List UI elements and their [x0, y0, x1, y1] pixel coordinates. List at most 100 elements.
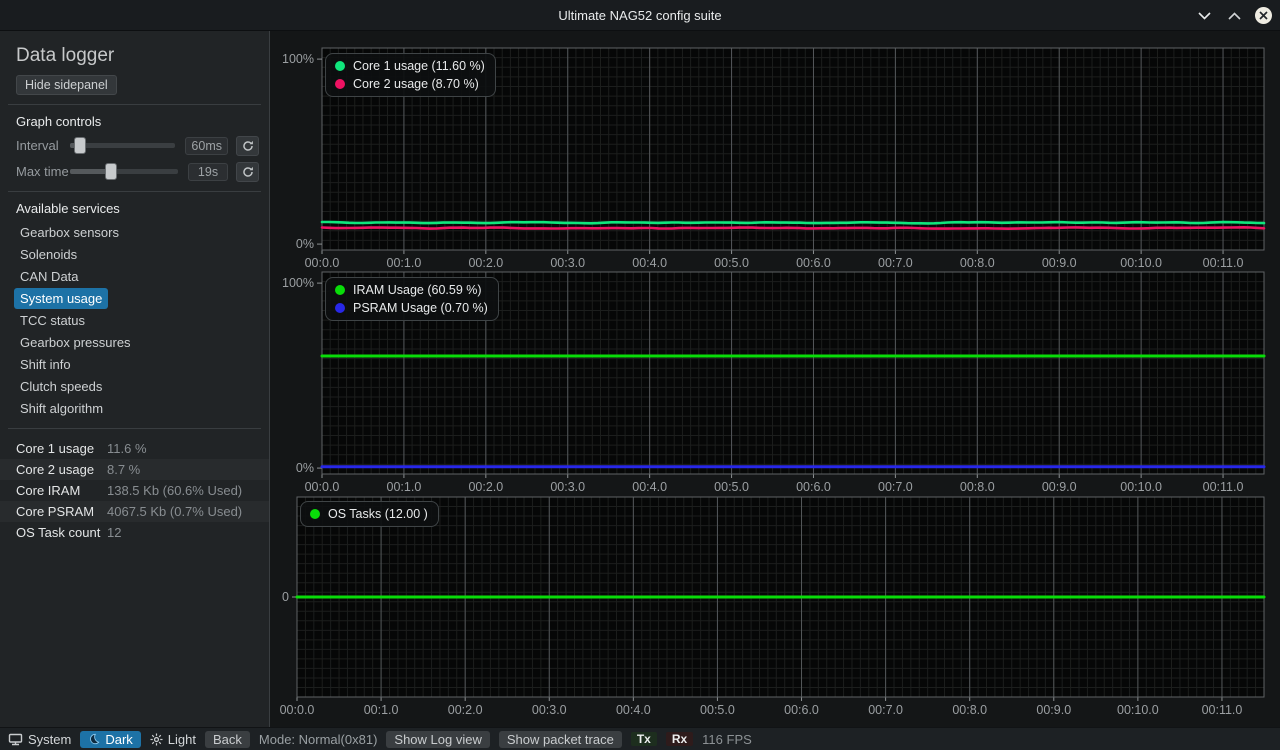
- svg-text:00:0.0: 00:0.0: [305, 256, 340, 270]
- theme-light-button[interactable]: Light: [150, 732, 196, 747]
- svg-text:00:8.0: 00:8.0: [960, 256, 995, 270]
- divider: [8, 191, 261, 192]
- service-item[interactable]: TCC status: [14, 310, 91, 331]
- service-item[interactable]: Gearbox sensors: [14, 222, 125, 243]
- theme-dark-label: Dark: [105, 732, 132, 747]
- divider: [8, 104, 261, 105]
- svg-text:00:9.0: 00:9.0: [1042, 480, 1077, 494]
- legend-item: Core 1 usage (11.60 %): [335, 59, 485, 73]
- svg-text:00:11.0: 00:11.0: [1203, 480, 1244, 494]
- svg-text:00:3.0: 00:3.0: [532, 703, 567, 717]
- page-title: Data logger: [16, 45, 269, 67]
- svg-text:00:2.0: 00:2.0: [468, 480, 503, 494]
- svg-text:00:5.0: 00:5.0: [700, 703, 735, 717]
- show-packet-trace-button[interactable]: Show packet trace: [499, 731, 622, 748]
- svg-text:00:10.0: 00:10.0: [1117, 703, 1159, 717]
- stat-row: Core IRAM138.5 Kb (60.6% Used): [0, 480, 269, 501]
- interval-slider-handle[interactable]: [74, 137, 86, 154]
- theme-dark-button[interactable]: Dark: [80, 731, 140, 748]
- svg-text:00:2.0: 00:2.0: [448, 703, 483, 717]
- svg-text:00:4.0: 00:4.0: [632, 480, 667, 494]
- memory-chart-legend: IRAM Usage (60.59 %) PSRAM Usage (0.70 %): [325, 277, 499, 321]
- service-item[interactable]: Solenoids: [14, 244, 83, 265]
- svg-text:00:3.0: 00:3.0: [550, 480, 585, 494]
- max-time-slider-handle[interactable]: [105, 163, 117, 180]
- svg-text:00:4.0: 00:4.0: [616, 703, 651, 717]
- svg-text:100%: 100%: [282, 276, 314, 290]
- interval-slider[interactable]: [70, 143, 175, 148]
- stat-label: OS Task count: [16, 525, 107, 540]
- cpu-chart-legend: Core 1 usage (11.60 %) Core 2 usage (8.70…: [325, 53, 496, 97]
- stat-value: 8.7 %: [107, 462, 140, 477]
- legend-dot-icon: [335, 285, 345, 295]
- interval-label: Interval: [16, 138, 70, 153]
- legend-label: IRAM Usage (60.59 %): [353, 283, 482, 297]
- svg-text:00:5.0: 00:5.0: [714, 480, 749, 494]
- legend-item: PSRAM Usage (0.70 %): [335, 301, 488, 315]
- service-item[interactable]: CAN Data: [14, 266, 85, 287]
- svg-text:00:9.0: 00:9.0: [1042, 256, 1077, 270]
- svg-text:00:1.0: 00:1.0: [364, 703, 399, 717]
- svg-text:00:7.0: 00:7.0: [878, 256, 913, 270]
- svg-text:00:6.0: 00:6.0: [796, 480, 831, 494]
- service-item[interactable]: Gearbox pressures: [14, 332, 137, 353]
- stat-label: Core PSRAM: [16, 504, 107, 519]
- sidebar: Data logger Hide sidepanel Graph control…: [0, 31, 270, 727]
- hide-sidepanel-button[interactable]: Hide sidepanel: [16, 75, 117, 95]
- max-time-refresh-button[interactable]: [236, 162, 259, 182]
- legend-dot-icon: [335, 61, 345, 71]
- fps-counter: 116 FPS: [702, 732, 752, 747]
- svg-text:00:10.0: 00:10.0: [1120, 256, 1162, 270]
- max-time-control: Max time 19s: [16, 161, 259, 182]
- interval-value[interactable]: 60ms: [185, 137, 228, 155]
- stat-row: Core 1 usage11.6 %: [0, 438, 269, 459]
- monitor-icon: [8, 733, 23, 746]
- stat-label: Core 2 usage: [16, 462, 107, 477]
- max-time-slider[interactable]: [70, 169, 178, 174]
- tasks-chart-legend: OS Tasks (12.00 ): [300, 501, 439, 527]
- legend-item: Core 2 usage (8.70 %): [335, 77, 485, 91]
- stat-row: Core PSRAM4067.5 Kb (0.7% Used): [0, 501, 269, 522]
- theme-system-button[interactable]: System: [8, 732, 71, 747]
- divider: [8, 428, 261, 429]
- service-item[interactable]: Shift info: [14, 354, 77, 375]
- stat-value: 4067.5 Kb (0.7% Used): [107, 504, 242, 519]
- legend-item: OS Tasks (12.00 ): [310, 507, 428, 521]
- service-item[interactable]: System usage: [14, 288, 108, 309]
- stat-value: 138.5 Kb (60.6% Used): [107, 483, 242, 498]
- show-log-view-button[interactable]: Show Log view: [386, 731, 489, 748]
- window-controls: [1195, 0, 1272, 31]
- stat-label: Core IRAM: [16, 483, 107, 498]
- available-services-heading: Available services: [16, 201, 269, 216]
- svg-text:00:1.0: 00:1.0: [387, 256, 422, 270]
- back-button[interactable]: Back: [205, 731, 250, 748]
- maximize-icon[interactable]: [1225, 7, 1243, 25]
- interval-control: Interval 60ms: [16, 135, 259, 156]
- close-icon[interactable]: [1255, 7, 1272, 24]
- svg-text:00:10.0: 00:10.0: [1120, 480, 1162, 494]
- legend-label: PSRAM Usage (0.70 %): [353, 301, 488, 315]
- max-time-label: Max time: [16, 164, 70, 179]
- service-item[interactable]: Clutch speeds: [14, 376, 108, 397]
- svg-text:0%: 0%: [296, 237, 314, 251]
- interval-refresh-button[interactable]: [236, 136, 259, 156]
- svg-text:00:1.0: 00:1.0: [387, 480, 422, 494]
- svg-text:00:3.0: 00:3.0: [550, 256, 585, 270]
- theme-light-label: Light: [168, 732, 196, 747]
- minimize-icon[interactable]: [1195, 7, 1213, 25]
- stat-row: OS Task count12: [0, 522, 269, 543]
- chart-area: 00:0.0 00:1.0 00:2.0 00:3.0 00:4.0 00:5.0 00:6…: [270, 31, 1280, 727]
- legend-label: Core 2 usage (8.70 %): [353, 77, 479, 91]
- graph-controls-heading: Graph controls: [16, 114, 269, 129]
- svg-text:00:0.0: 00:0.0: [280, 703, 315, 717]
- legend-dot-icon: [335, 303, 345, 313]
- titlebar: Ultimate NAG52 config suite: [0, 0, 1280, 31]
- moon-icon: [88, 733, 100, 745]
- legend-item: IRAM Usage (60.59 %): [335, 283, 488, 297]
- max-time-value[interactable]: 19s: [188, 163, 228, 181]
- stat-row: Core 2 usage8.7 %: [0, 459, 269, 480]
- stat-label: Core 1 usage: [16, 441, 107, 456]
- svg-text:00:4.0: 00:4.0: [632, 256, 667, 270]
- svg-text:00:2.0: 00:2.0: [468, 256, 503, 270]
- service-item[interactable]: Shift algorithm: [14, 398, 109, 419]
